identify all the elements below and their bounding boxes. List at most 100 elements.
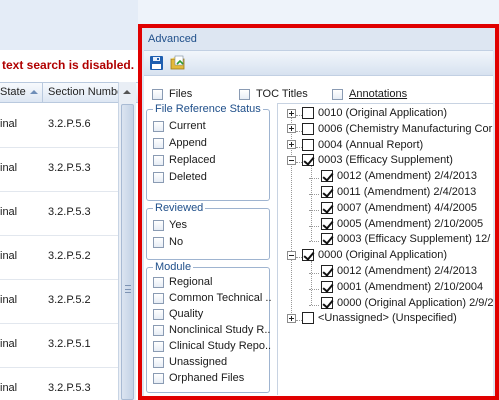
module-checkbox[interactable]	[153, 324, 164, 336]
tree-node-sequence[interactable]: <Unassigned> (Unspecified)	[287, 312, 457, 328]
module-label: Regional	[169, 276, 213, 289]
tree-node-child[interactable]: 0005 (Amendment) 2/10/2005	[309, 217, 484, 234]
unchecked-checkbox[interactable]	[302, 312, 314, 325]
module-checkbox[interactable]	[153, 340, 164, 352]
checked-checkbox[interactable]	[321, 217, 333, 230]
state-cell: inal	[0, 162, 18, 174]
sort-ascending-icon[interactable]	[30, 90, 38, 94]
checked-checkbox[interactable]	[302, 249, 314, 262]
tree-node-label: 0010 (Original Application)	[318, 107, 448, 120]
expand-plus-icon[interactable]	[287, 108, 296, 118]
checked-checkbox[interactable]	[321, 265, 333, 278]
module-checkbox[interactable]	[153, 276, 164, 288]
tree-node-sequence[interactable]: 0004 (Annual Report)	[287, 138, 423, 155]
checked-checkbox[interactable]	[321, 280, 333, 293]
file-reference-status-checkbox[interactable]	[153, 120, 164, 132]
state-cell: inal	[0, 206, 18, 218]
tree-node-child[interactable]: 0001 (Amendment) 2/10/2004	[309, 280, 483, 297]
checked-checkbox[interactable]	[302, 154, 314, 167]
file-reference-status-checkbox[interactable]	[153, 171, 164, 183]
checked-checkbox[interactable]	[321, 201, 333, 214]
checked-checkbox[interactable]	[321, 296, 333, 309]
expand-plus-icon[interactable]	[287, 313, 296, 323]
file-reference-status-option[interactable]: Current	[153, 120, 206, 132]
reviewed-checkbox[interactable]	[153, 219, 164, 231]
scroll-up-arrow-icon[interactable]	[123, 90, 131, 94]
tree-node-child[interactable]: 0000 (Original Application) 2/9/2	[309, 296, 493, 313]
tree-node-child[interactable]: 0012 (Amendment) 2/4/2013	[309, 170, 478, 186]
unchecked-checkbox[interactable]	[302, 107, 314, 120]
file-reference-status-checkbox[interactable]	[153, 137, 164, 149]
tree-node-child[interactable]: 0011 (Amendment) 2/4/2013	[309, 186, 477, 202]
module-option[interactable]: Clinical Study Repo..	[153, 340, 271, 352]
unchecked-checkbox[interactable]	[302, 122, 314, 135]
advanced-filter-body: Files TOC Titles Annotations File Refere…	[144, 76, 493, 396]
column-header-state[interactable]: State	[0, 86, 26, 98]
file-reference-status-group: File Reference Status Current Append Repla…	[146, 103, 270, 201]
sequence-tree: 0010 (Original Application) 0006 (Chemist…	[277, 103, 493, 395]
file-reference-status-checkbox[interactable]	[153, 154, 164, 166]
module-checkbox[interactable]	[153, 308, 164, 320]
tree-node-label: 0012 (Amendment) 2/4/2013	[337, 170, 478, 183]
checked-checkbox[interactable]	[321, 186, 333, 199]
module-option[interactable]: Quality	[153, 308, 203, 320]
open-folder-icon[interactable]	[169, 54, 187, 72]
file-reference-status-option[interactable]: Append	[153, 137, 207, 149]
module-option[interactable]: Unassigned	[153, 356, 227, 368]
tree-node-child[interactable]: 0007 (Amendment) 4/4/2005	[309, 201, 477, 218]
module-option[interactable]: Nonclinical Study R..	[153, 324, 271, 336]
table-row[interactable]: inal 3.2.P.5.1	[0, 324, 118, 368]
table-row[interactable]: inal 3.2.P.5.3	[0, 148, 118, 192]
table-row[interactable]: inal 3.2.P.5.6	[0, 104, 118, 148]
file-reference-status-option[interactable]: Deleted	[153, 171, 207, 183]
module-option[interactable]: Regional	[153, 276, 212, 288]
toc-titles-checkbox[interactable]	[239, 88, 250, 100]
tree-node-sequence[interactable]: 0006 (Chemistry Manufacturing Cor	[287, 122, 492, 139]
section-number-cell: 3.2.P.5.2	[48, 294, 91, 306]
module-checkbox[interactable]	[153, 292, 164, 304]
reviewed-checkbox[interactable]	[153, 236, 164, 248]
tree-node-child[interactable]: 0012 (Amendment) 2/4/2013	[309, 265, 477, 281]
search-disabled-warning: text search is disabled.	[2, 58, 135, 72]
module-option[interactable]: Common Technical ..	[153, 292, 272, 304]
module-title: Module	[153, 261, 194, 273]
expand-plus-icon[interactable]	[287, 124, 296, 134]
table-row[interactable]: inal 3.2.P.5.3	[0, 368, 118, 400]
checked-checkbox[interactable]	[321, 233, 333, 246]
expand-plus-icon[interactable]	[287, 140, 296, 150]
section-number-cell: 3.2.P.5.3	[48, 206, 91, 218]
reviewed-option[interactable]: No	[153, 236, 183, 248]
tree-node-label: 0005 (Amendment) 2/10/2005	[337, 217, 484, 230]
document-grid-panel: text search is disabled. State Section N…	[0, 0, 138, 400]
module-checkbox[interactable]	[153, 372, 164, 384]
annotations-checkbox[interactable]	[332, 88, 343, 100]
advanced-toolbar	[144, 50, 493, 76]
collapse-minus-icon[interactable]	[287, 250, 296, 260]
vertical-scrollbar[interactable]	[118, 82, 136, 400]
column-header-section-number[interactable]: Section Numbe	[48, 86, 123, 98]
scrollbar-thumb[interactable]	[121, 104, 134, 400]
files-checkbox[interactable]	[152, 88, 163, 100]
toc-titles-option[interactable]: TOC Titles	[239, 88, 308, 100]
file-reference-status-label: Append	[169, 137, 207, 150]
table-row[interactable]: inal 3.2.P.5.2	[0, 236, 118, 280]
reviewed-option[interactable]: Yes	[153, 219, 187, 231]
files-option[interactable]: Files	[152, 88, 192, 100]
annotations-option[interactable]: Annotations	[332, 88, 407, 100]
tree-node-sequence[interactable]: 0010 (Original Application)	[287, 107, 447, 123]
table-row[interactable]: inal 3.2.P.5.2	[0, 280, 118, 324]
table-row[interactable]: inal 3.2.P.5.3	[0, 192, 118, 236]
column-divider[interactable]	[42, 83, 43, 103]
collapse-minus-icon[interactable]	[287, 155, 296, 165]
checked-checkbox[interactable]	[321, 170, 333, 183]
reviewed-label: No	[169, 236, 184, 249]
unchecked-checkbox[interactable]	[302, 138, 314, 151]
module-option[interactable]: Orphaned Files	[153, 372, 244, 384]
module-checkbox[interactable]	[153, 356, 164, 368]
module-label: Nonclinical Study R..	[169, 324, 271, 337]
section-number-cell: 3.2.P.5.1	[48, 338, 91, 350]
tree-node-child[interactable]: 0003 (Efficacy Supplement) 12/	[309, 233, 490, 249]
file-reference-status-option[interactable]: Replaced	[153, 154, 215, 166]
save-icon[interactable]	[148, 54, 166, 72]
tree-node-label: 0011 (Amendment) 2/4/2013	[337, 186, 477, 199]
